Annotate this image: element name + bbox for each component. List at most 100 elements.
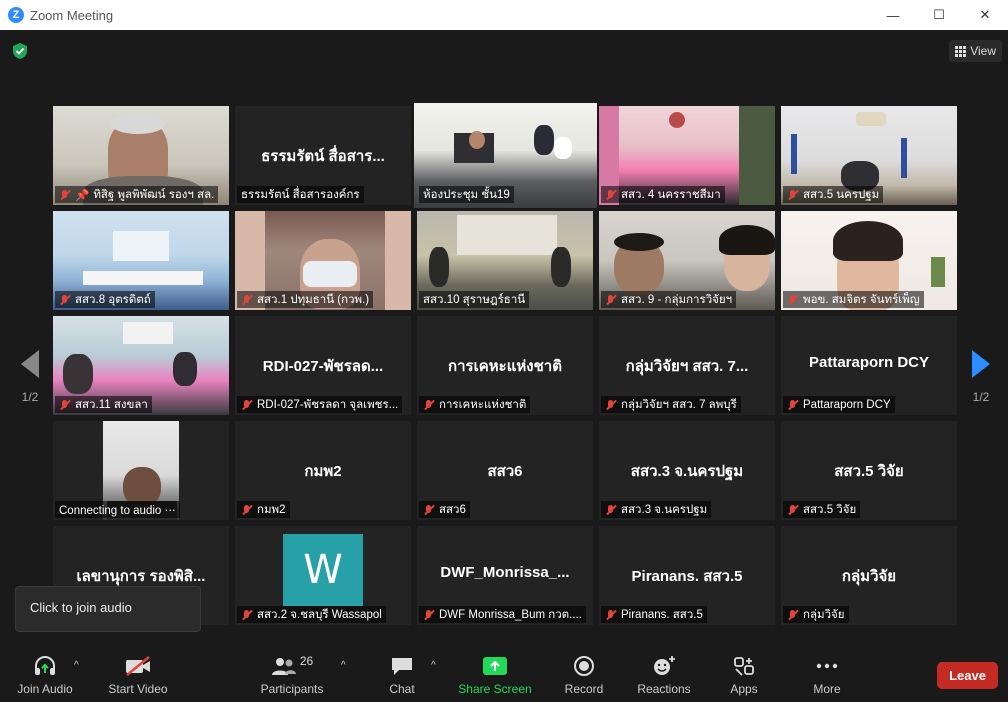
participant-display-name: กลุ่มวิจัยฯ สสว. 7...	[625, 358, 749, 375]
more-label: More	[813, 682, 841, 696]
maximize-button[interactable]: ☐	[916, 0, 962, 30]
participant-name: สสว6	[419, 501, 470, 518]
participant-tile[interactable]: สสว.5 วิจัย สสว.5 วิจัย	[781, 421, 957, 520]
participant-tile[interactable]: สสว.1 ปทุมธานี (กวพ.)	[235, 211, 411, 310]
reactions-button[interactable]: Reactions	[619, 654, 709, 696]
participant-name: ธรรมรัตน์ สื่อสารองค์กร	[237, 186, 364, 203]
mic-muted-icon	[787, 609, 799, 621]
mic-muted-icon	[605, 399, 617, 411]
pin-icon: 📌	[75, 189, 90, 202]
participant-display-name: สสว.5 วิจัย	[834, 463, 904, 480]
video-gallery: View 1/2 1/2 📌 ทิสิฐ พูลพิพัฒน์ รองฯ สล. …	[0, 30, 1008, 648]
participant-name: สสว. 4 นครราชสีมา	[601, 186, 725, 203]
leave-button[interactable]: Leave	[937, 662, 998, 689]
participant-tile[interactable]: W สสว.2 จ.ชลบุรี Wassapol	[235, 526, 411, 625]
grid-view-icon	[955, 46, 967, 57]
participant-tile[interactable]: กมพ2 กมพ2	[235, 421, 411, 520]
participant-tile[interactable]: ธรรมรัตน์ สื่อสาร... ธรรมรัตน์ สื่อสารอง…	[235, 106, 411, 205]
reactions-label: Reactions	[637, 682, 691, 696]
share-screen-button[interactable]: Share Screen	[450, 654, 540, 696]
view-button-label: View	[970, 44, 996, 58]
participant-name: ห้องประชุม ชั้น19	[419, 186, 514, 203]
participant-tile[interactable]: Connecting to audio ⋯	[53, 421, 229, 520]
participants-options-chevron-icon[interactable]: ^	[341, 660, 346, 671]
mic-muted-icon	[787, 189, 799, 201]
participant-tile[interactable]: กลุ่มวิจัยฯ สสว. 7... กลุ่มวิจัยฯ สสว. 7…	[599, 316, 775, 415]
participant-name: สสว.1 ปทุมธานี (กวพ.)	[237, 291, 374, 308]
participant-name: DWF Monrissa_Bum กวต....	[419, 606, 586, 623]
minimize-button[interactable]: —	[870, 0, 916, 30]
mic-muted-icon	[605, 294, 617, 306]
participant-display-name: RDI-027-พัชรลด...	[262, 358, 384, 375]
participant-tile[interactable]: พอข. สมจิตร จันทร์เพ็ญ	[781, 211, 957, 310]
more-dots-icon	[816, 663, 838, 669]
participants-icon	[271, 658, 296, 675]
mic-muted-icon	[787, 294, 799, 306]
participant-tile[interactable]: Piranans. สสว.5 Piranans. สสว.5	[599, 526, 775, 625]
mic-muted-icon	[59, 294, 71, 306]
participant-name: สสว.8 อุตรดิตถ์	[55, 291, 155, 308]
previous-page-button[interactable]: 1/2	[15, 350, 45, 404]
participant-tile[interactable]: สสว.5 นครปฐม	[781, 106, 957, 205]
record-icon	[574, 656, 594, 676]
participant-name: สสว.2 จ.ชลบุรี Wassapol	[237, 606, 386, 623]
participant-tile[interactable]: Pattaraporn DCY Pattaraporn DCY	[781, 316, 957, 415]
participant-tile[interactable]: สสว. 9 - กลุ่มการวิจัยฯ	[599, 211, 775, 310]
participant-name: สสว.10 สุราษฎร์ธานี	[419, 291, 530, 308]
window-title: Zoom Meeting	[30, 7, 114, 23]
participant-display-name: สสว.3 จ.นครปฐม	[630, 463, 744, 480]
start-video-button[interactable]: Start Video	[93, 654, 183, 696]
participant-name: Connecting to audio ⋯	[55, 501, 180, 518]
chat-options-chevron-icon[interactable]: ^	[431, 660, 436, 671]
participant-name: สสว.5 วิจัย	[783, 501, 861, 518]
participant-count: 26	[299, 654, 314, 668]
apps-icon	[734, 657, 754, 676]
participant-tile[interactable]: 📌 ทิสิฐ พูลพิพัฒน์ รองฯ สล.	[53, 106, 229, 205]
participant-tile-active-speaker[interactable]: ห้องประชุม ชั้น19	[414, 103, 597, 208]
record-button[interactable]: Record	[539, 654, 629, 696]
audio-options-chevron-icon[interactable]: ^	[74, 660, 79, 671]
page-indicator-right: 1/2	[972, 390, 990, 404]
participant-name: สสว.11 สงขลา	[55, 396, 152, 413]
participant-tile[interactable]: สสว.3 จ.นครปฐม สสว.3 จ.นครปฐม	[599, 421, 775, 520]
mic-muted-icon	[241, 294, 253, 306]
participant-tile[interactable]: สสว.10 สุราษฎร์ธานี	[417, 211, 593, 310]
mic-muted-icon	[605, 504, 617, 516]
participant-name: การเคหะแห่งชาติ	[419, 396, 531, 413]
video-off-icon	[126, 656, 150, 676]
mic-muted-icon	[423, 504, 435, 516]
participant-tile[interactable]: DWF_Monrissa_... DWF Monrissa_Bum กวต...…	[417, 526, 593, 625]
close-button[interactable]: ✕	[962, 0, 1008, 30]
participant-display-name: ธรรมรัตน์ สื่อสาร...	[261, 148, 385, 165]
participant-name: สสว.3 จ.นครปฐม	[601, 501, 712, 518]
mic-muted-icon	[787, 399, 799, 411]
apps-button[interactable]: Apps	[699, 654, 789, 696]
participant-display-name: เลขานุการ รองพิสิ...	[76, 568, 206, 585]
participant-tile[interactable]: การเคหะแห่งชาติ การเคหะแห่งชาติ	[417, 316, 593, 415]
participant-display-name: กลุ่มวิจัย	[841, 568, 897, 585]
more-button[interactable]: More	[782, 654, 872, 696]
participants-button[interactable]: 26 Participants	[247, 654, 337, 696]
participant-name: กลุ่มวิจัยฯ สสว. 7 ลพบุรี	[601, 396, 741, 413]
participant-tile[interactable]: สสว.8 อุตรดิตถ์	[53, 211, 229, 310]
apps-label: Apps	[730, 682, 758, 696]
next-page-button[interactable]: 1/2	[966, 350, 996, 404]
participant-tile[interactable]: สสว.11 สงขลา	[53, 316, 229, 415]
view-button[interactable]: View	[949, 40, 1002, 62]
participant-tile[interactable]: สสว. 4 นครราชสีมา	[599, 106, 775, 205]
arrow-right-icon	[972, 350, 990, 378]
participant-name: Pattaraporn DCY	[783, 396, 895, 413]
participant-tile[interactable]: RDI-027-พัชรลด... RDI-027-พัชรลดา จุลเพช…	[235, 316, 411, 415]
participant-display-name: การเคหะแห่งชาติ	[448, 358, 562, 375]
encryption-shield-icon[interactable]	[12, 42, 28, 60]
participant-name: สสว. 9 - กลุ่มการวิจัยฯ	[601, 291, 737, 308]
mic-muted-icon	[241, 504, 253, 516]
participant-name: RDI-027-พัชรลดา จุลเพชร...	[237, 396, 403, 413]
participant-name: Piranans. สสว.5	[601, 606, 707, 623]
participant-tile[interactable]: กลุ่มวิจัย กลุ่มวิจัย	[781, 526, 957, 625]
mic-muted-icon	[59, 399, 71, 411]
participant-name: 📌 ทิสิฐ พูลพิพัฒน์ รองฯ สล.	[55, 186, 219, 203]
participant-tile[interactable]: สสว6 สสว6	[417, 421, 593, 520]
zoom-logo-icon: Z	[8, 7, 24, 23]
participant-display-name: DWF_Monrissa_...	[440, 564, 570, 581]
